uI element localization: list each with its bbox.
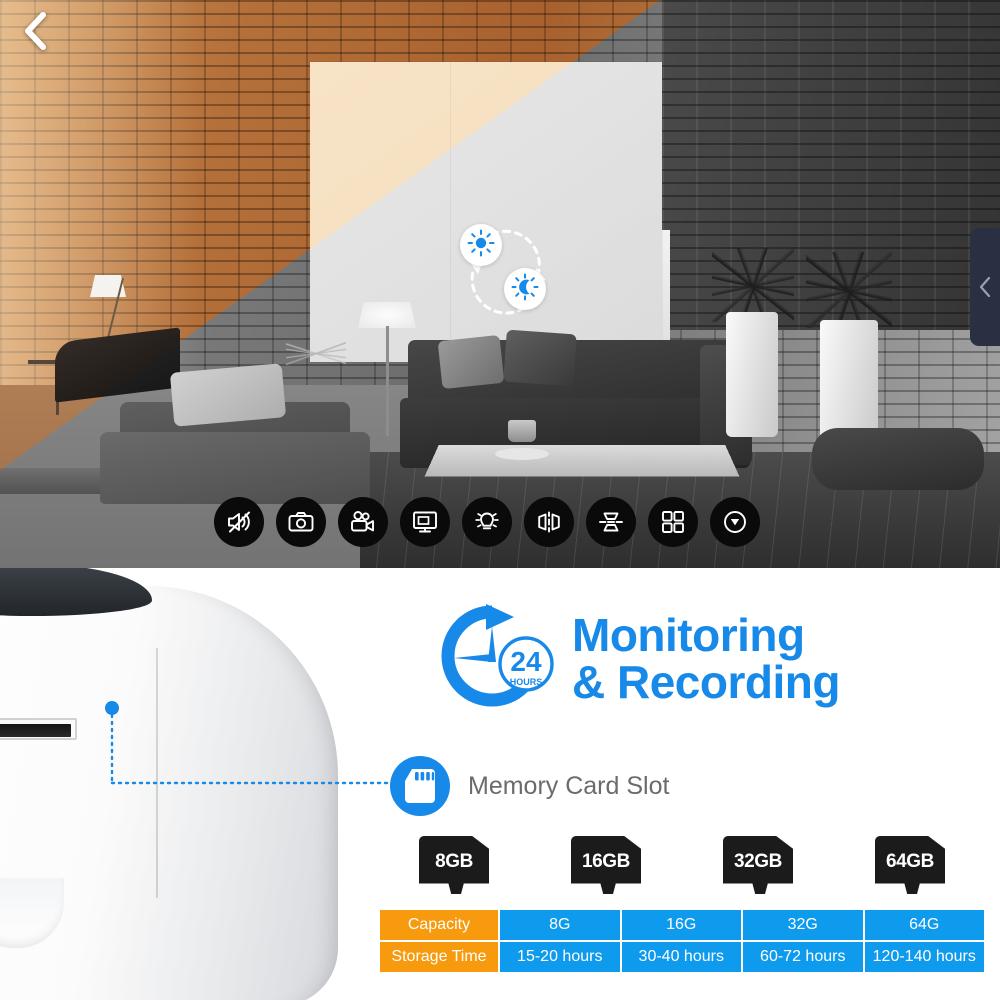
camera-icon [287,508,315,536]
quad-view-button[interactable] [648,497,698,547]
video-camera-icon [349,508,377,536]
memory-card-slot-label: Memory Card Slot [468,771,670,800]
heading-line-1: Monitoring [572,609,805,662]
sd-card-cell: 64GB [834,836,986,894]
chevron-left-icon [978,275,992,299]
camera-body: RESET [0,568,338,1000]
sd-card-cell: 32GB [682,836,834,894]
table-row: Capacity 8G 16G 32G 64G [380,910,984,940]
sd-card-label: 16GB [581,850,631,872]
sd-card-cell: 16GB [530,836,682,894]
row-header-capacity: Capacity [380,910,498,940]
camera-seam [156,648,158,898]
camera-control-bar [214,497,760,547]
sun-icon [467,229,495,262]
storage-time-cell: 15-20 hours [500,942,620,972]
sd-card-graphic: 64GB [875,836,945,894]
capacity-cell: 32G [743,910,863,940]
chevron-left-icon [22,11,48,51]
table-row: Storage Time 15-20 hours 30-40 hours 60-… [380,942,984,972]
sd-card-cell: 8GB [378,836,530,894]
fullscreen-button[interactable] [400,497,450,547]
microsd-slot [0,718,77,740]
sd-card-graphics-row: 8GB 16GB 32GB 64GB [378,836,986,894]
capacity-storage-table: Capacity 8G 16G 32G 64G Storage Time 15-… [378,908,986,974]
ptz-direction-icon [721,508,749,536]
storage-time-cell: 30-40 hours [621,942,741,972]
camera-top-cap [0,568,152,616]
camera-live-view-photo [0,0,1000,568]
storage-time-cell: 120-140 hours [864,942,984,972]
grid-four-icon [659,508,687,536]
moon-badge [504,268,546,310]
clock-badge-number: 24 [510,646,542,677]
product-page: RESET 24 HO [0,0,1000,1000]
mirror-flip-button[interactable] [524,497,574,547]
flip-vertical-icon [597,508,625,536]
sd-card-icon [390,756,450,816]
monitoring-heading-block: 24 HOURS Monitoring & Recording [430,600,840,718]
moon-icon [511,273,539,306]
clock-24-hours-icon: 24 HOURS [430,600,558,718]
sd-card-label: 8GB [435,850,473,872]
sun-badge [460,224,502,266]
ptz-button[interactable] [710,497,760,547]
record-button[interactable] [338,497,388,547]
snapshot-button[interactable] [276,497,326,547]
microsd-slot-opening [0,724,71,737]
heading-line-2: & Recording [572,656,840,708]
sd-card-graphic: 16GB [571,836,641,894]
back-button[interactable] [12,8,58,54]
heading-text: Monitoring & Recording [572,612,840,706]
capacity-cell: 8G [500,910,620,940]
light-button[interactable] [462,497,512,547]
sd-card-label: 32GB [733,850,783,872]
sd-card-graphic: 32GB [723,836,793,894]
sd-card-label: 64GB [885,850,935,872]
product-detail-section: RESET 24 HO [0,568,1000,1000]
capacity-cell: 16G [621,910,741,940]
row-header-storage-time: Storage Time [380,942,498,972]
clock-badge-unit: HOURS [510,677,543,687]
mirror-flip-icon [535,508,563,536]
sd-card-graphic: 8GB [419,836,489,894]
side-drawer-tab[interactable] [970,228,1000,346]
day-night-cycle-indicator [448,218,568,323]
memory-card-slot-callout: Memory Card Slot [390,756,669,816]
vertical-flip-button[interactable] [586,497,636,547]
mute-button[interactable] [214,497,264,547]
screen-icon [411,508,439,536]
capacity-cell: 64G [864,910,984,940]
speaker-muted-icon [225,508,253,536]
camera-bottom-notch [0,878,64,948]
light-bulb-icon [473,508,501,536]
storage-time-cell: 60-72 hours [743,942,863,972]
camera-product-photo: RESET [0,568,360,1000]
